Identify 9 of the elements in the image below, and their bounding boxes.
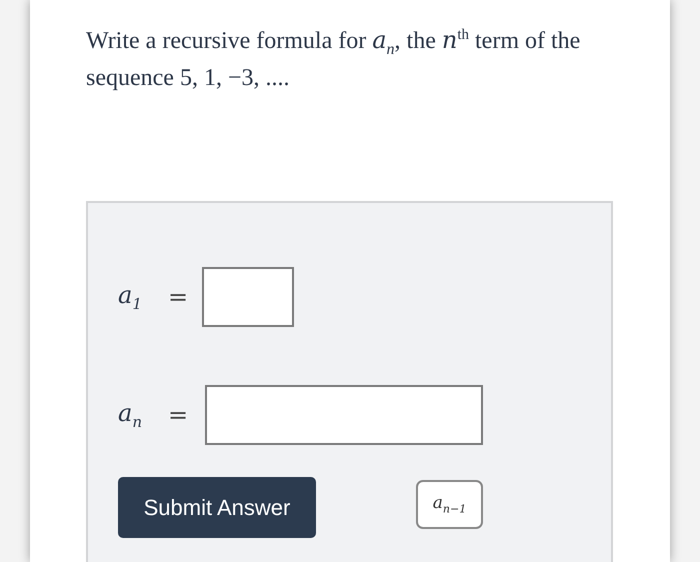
equals-sign: = <box>168 401 188 429</box>
answer-field[interactable] <box>202 267 294 327</box>
insert-term-button[interactable]: a$_{n−1}$ <box>416 480 483 529</box>
question-text: Write a recursive formula for a$_{n}$, the n$^{th}$ term of the sequence 5, 1, −3, .... <box>86 25 582 93</box>
answer-field[interactable] <box>205 385 484 445</box>
variable-label: a$_{1}$ <box>118 281 143 313</box>
submit-button[interactable]: Submit Answer <box>118 477 316 538</box>
variable-label: a$_{n}$ <box>118 399 143 431</box>
equals-sign: = <box>168 283 188 311</box>
